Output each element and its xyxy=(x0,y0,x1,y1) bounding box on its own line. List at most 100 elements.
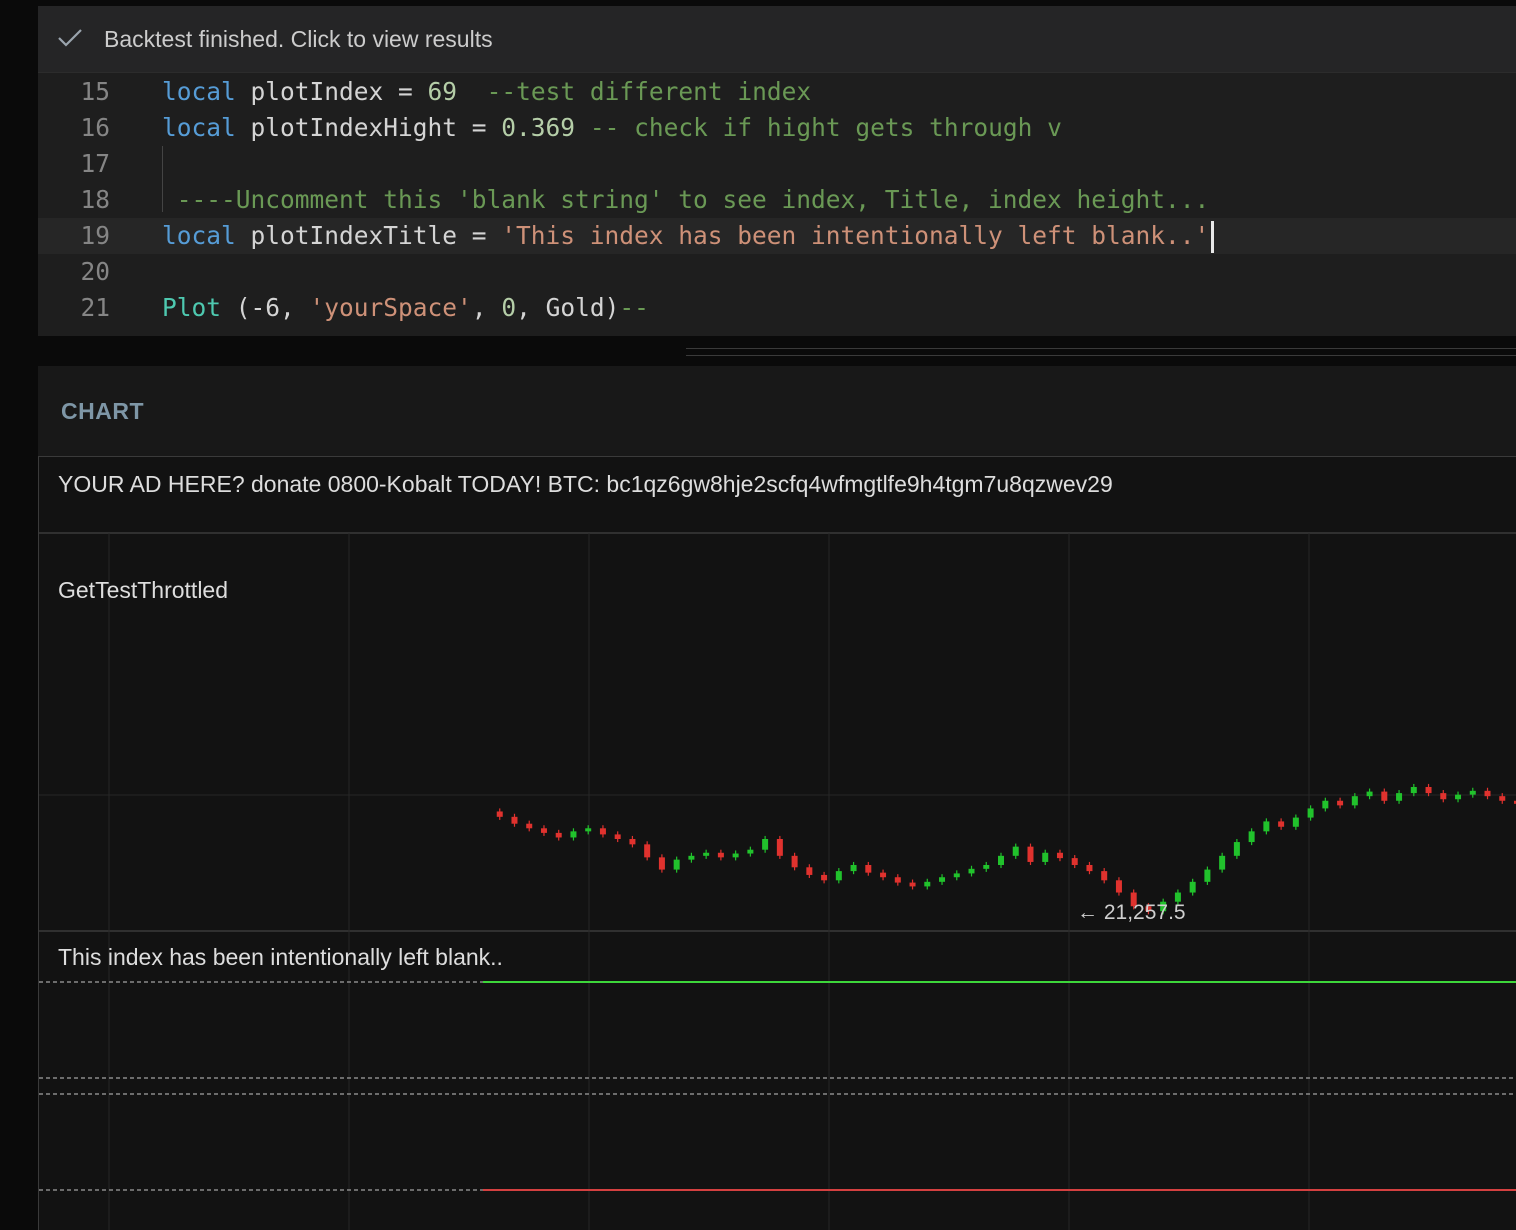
candle-body xyxy=(1219,855,1226,870)
code-token: local xyxy=(162,77,236,106)
candle-body xyxy=(1086,865,1093,872)
candle-body xyxy=(806,867,813,875)
candle-body xyxy=(732,853,739,858)
candle-body xyxy=(1396,793,1403,801)
code-token: ----Uncomment this 'blank string' to see… xyxy=(162,185,1210,214)
candle-body xyxy=(629,839,636,845)
line-number: 17 xyxy=(80,149,110,178)
line-number: 19 xyxy=(80,221,110,250)
code-editor[interactable]: Backtest finished. Click to view results… xyxy=(38,6,1516,336)
candle-body xyxy=(644,844,651,858)
candle-body xyxy=(1027,846,1034,862)
code-token: , xyxy=(471,293,502,322)
line-text[interactable]: ----Uncomment this 'blank string' to see… xyxy=(162,182,1210,218)
code-token: 'yourSpace' xyxy=(309,293,472,322)
candle-body xyxy=(998,855,1004,865)
chart-title: CHART xyxy=(61,398,144,424)
code-token: plotIndex xyxy=(235,77,399,106)
candle-body xyxy=(703,852,710,856)
code-line[interactable]: 18 ----Uncomment this 'blank string' to … xyxy=(38,182,1516,218)
line-text[interactable]: local plotIndex = 69 --test different in… xyxy=(162,74,811,110)
code-token: -- check if hight gets through v xyxy=(575,113,1062,142)
line-number: 18 xyxy=(80,185,110,214)
candle-body xyxy=(1307,808,1314,818)
code-token: = xyxy=(471,221,487,250)
panel-splitter[interactable] xyxy=(686,348,1516,356)
candle-body xyxy=(924,881,931,887)
code-line[interactable]: 19 local plotIndexTitle = 'This index has… xyxy=(38,218,1516,254)
candle-body xyxy=(1484,790,1491,797)
candle-body xyxy=(791,855,798,868)
backtest-notification[interactable]: Backtest finished. Click to view results xyxy=(38,6,1516,73)
line-text[interactable]: Plot (-6, 'yourSpace', 0, Gold)-- xyxy=(162,290,649,326)
code-token: plotIndexHight xyxy=(235,113,472,142)
code-line[interactable]: 21 Plot (-6, 'yourSpace', 0, Gold)-- xyxy=(38,290,1516,326)
candle-body xyxy=(983,865,990,869)
code-line[interactable]: 16 local plotIndexHight = 0.369 -- check … xyxy=(38,110,1516,146)
candle-body xyxy=(673,859,680,870)
candle-body xyxy=(1366,791,1373,797)
candle-body xyxy=(1278,821,1285,827)
chart-area[interactable]: YOUR AD HERE? donate 0800-Kobalt TODAY! … xyxy=(38,456,1516,1230)
candle-body xyxy=(953,873,960,878)
chart-panel: CHART YOUR AD HERE? donate 0800-Kobalt T… xyxy=(38,366,1516,1230)
candle-body xyxy=(1292,817,1299,827)
chart-header: CHART xyxy=(38,366,1516,456)
code-token: plotIndexTitle xyxy=(235,221,472,250)
code-token: Plot xyxy=(162,293,222,322)
candle-body xyxy=(1115,880,1122,893)
code-token: -- xyxy=(619,293,649,322)
line-number: 15 xyxy=(80,77,110,106)
chart-canvas[interactable] xyxy=(39,457,1516,1230)
code-token: = xyxy=(398,77,413,106)
code-line[interactable]: 15 local plotIndex = 69 --test different … xyxy=(38,74,1516,110)
candle-body xyxy=(1351,796,1358,806)
code-token: 0.369 xyxy=(486,113,576,142)
candle-body xyxy=(865,865,872,873)
candle-body xyxy=(880,872,887,878)
candle-body xyxy=(1499,796,1506,801)
candle-body xyxy=(939,877,946,882)
candle-body xyxy=(1248,831,1255,843)
line-text[interactable]: local plotIndexHight = 0.369 -- check if… xyxy=(162,110,1062,146)
candle-body xyxy=(1071,858,1078,865)
candle-body xyxy=(688,855,695,860)
index-title: This index has been intentionally left b… xyxy=(58,944,503,970)
candle-body xyxy=(968,868,975,874)
candle-body xyxy=(894,877,901,883)
line-number: 20 xyxy=(80,257,110,286)
candle-body xyxy=(540,828,547,833)
candle-body xyxy=(526,823,533,829)
code-token: 'This index has been intentionally left … xyxy=(486,221,1210,250)
code-token: local xyxy=(162,113,236,142)
line-text[interactable]: local plotIndexTitle = 'This index has b… xyxy=(162,218,1215,254)
candle-body xyxy=(599,828,606,835)
candle-body xyxy=(1455,794,1462,800)
candle-body xyxy=(821,874,828,881)
candle-body xyxy=(762,839,769,850)
backtest-message[interactable]: Backtest finished. Click to view results xyxy=(104,26,493,53)
candle-body xyxy=(511,816,518,824)
code-token: local xyxy=(162,221,236,250)
candle-body xyxy=(850,865,857,872)
candle-body xyxy=(1410,787,1417,794)
candle-body xyxy=(658,857,665,870)
candle-body xyxy=(555,832,562,838)
candle-body xyxy=(1233,842,1240,856)
code-token: 0 xyxy=(501,293,517,322)
code-token: --test different index xyxy=(457,77,812,106)
series-label: GetTestThrottled xyxy=(58,577,229,603)
text-cursor xyxy=(1211,221,1215,253)
candle-body xyxy=(1440,793,1447,800)
candle-body xyxy=(1012,846,1019,856)
candle-body xyxy=(1101,871,1108,881)
code-line[interactable]: 20 xyxy=(38,254,1516,290)
code-line[interactable]: 17 xyxy=(38,146,1516,182)
code-lines[interactable]: 15 local plotIndex = 69 --test different … xyxy=(38,74,1516,326)
indent-guide xyxy=(162,146,163,212)
ad-text: YOUR AD HERE? donate 0800-Kobalt TODAY! … xyxy=(58,471,1113,497)
candle-body xyxy=(496,811,503,817)
candle-body xyxy=(747,849,754,854)
candle-body xyxy=(1042,852,1049,862)
candle-body xyxy=(1056,852,1063,859)
